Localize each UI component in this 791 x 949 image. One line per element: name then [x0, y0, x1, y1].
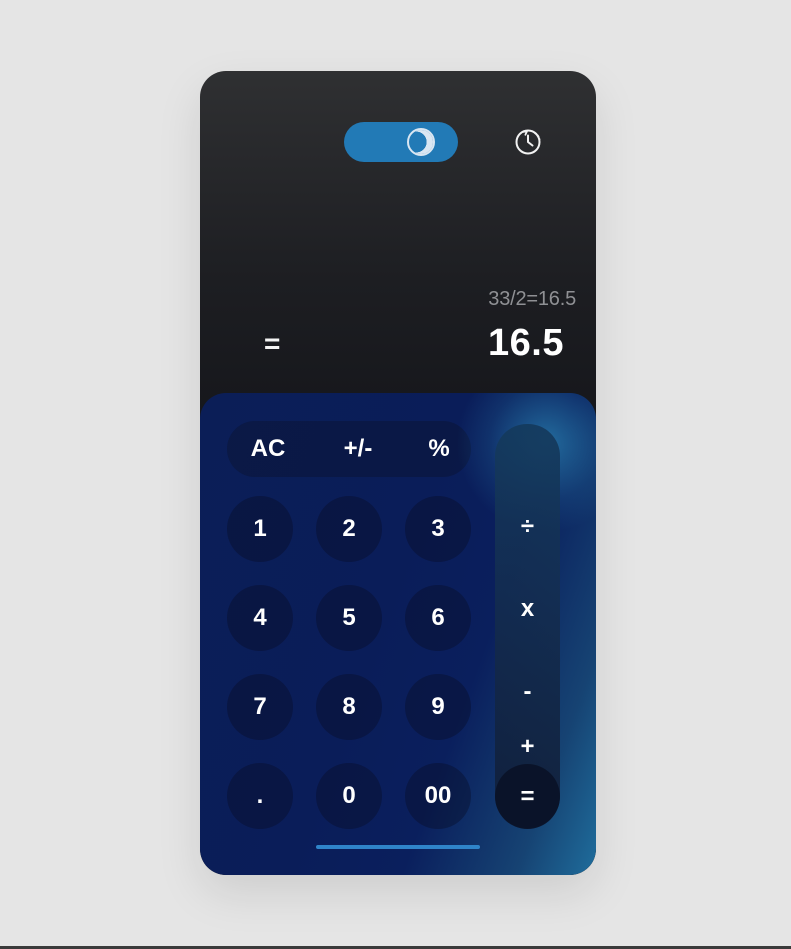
multiply-button[interactable]: x — [495, 576, 560, 641]
function-key-row: AC +/- % — [227, 421, 471, 477]
digit-9-button[interactable]: 9 — [405, 674, 471, 740]
decimal-button[interactable]: . — [227, 763, 293, 829]
calculation-expression: 33/2=16.5 — [488, 288, 576, 310]
add-button[interactable]: + — [495, 733, 560, 760]
digit-6-button[interactable]: 6 — [405, 585, 471, 651]
digit-1-button[interactable]: 1 — [227, 496, 293, 562]
equals-button[interactable]: = — [495, 764, 560, 829]
result-equals-symbol: = — [264, 328, 281, 359]
calculation-result: 16.5 — [488, 322, 564, 364]
digit-4-button[interactable]: 4 — [227, 585, 293, 651]
double-zero-button[interactable]: 00 — [405, 763, 471, 829]
sign-toggle-button[interactable]: +/- — [309, 421, 407, 477]
clear-button[interactable]: AC — [227, 421, 309, 477]
percent-button[interactable]: % — [407, 421, 471, 477]
calculator-app: 33/2=16.5 = 16.5 AC +/- % 1 2 3 4 5 6 7 … — [200, 71, 596, 875]
digit-8-button[interactable]: 8 — [316, 674, 382, 740]
subtract-button[interactable]: - — [495, 659, 560, 724]
digit-7-button[interactable]: 7 — [227, 674, 293, 740]
theme-toggle-icon — [407, 128, 435, 156]
digit-2-button[interactable]: 2 — [316, 496, 382, 562]
keypad: AC +/- % 1 2 3 4 5 6 7 8 9 . 0 00 ÷ x - … — [200, 393, 596, 875]
theme-toggle[interactable] — [344, 122, 458, 162]
divide-button[interactable]: ÷ — [495, 494, 560, 559]
display-panel: 33/2=16.5 = 16.5 — [200, 71, 596, 396]
history-clock-icon[interactable] — [513, 127, 543, 157]
home-indicator — [316, 845, 480, 849]
digit-3-button[interactable]: 3 — [405, 496, 471, 562]
digit-5-button[interactable]: 5 — [316, 585, 382, 651]
digit-0-button[interactable]: 0 — [316, 763, 382, 829]
